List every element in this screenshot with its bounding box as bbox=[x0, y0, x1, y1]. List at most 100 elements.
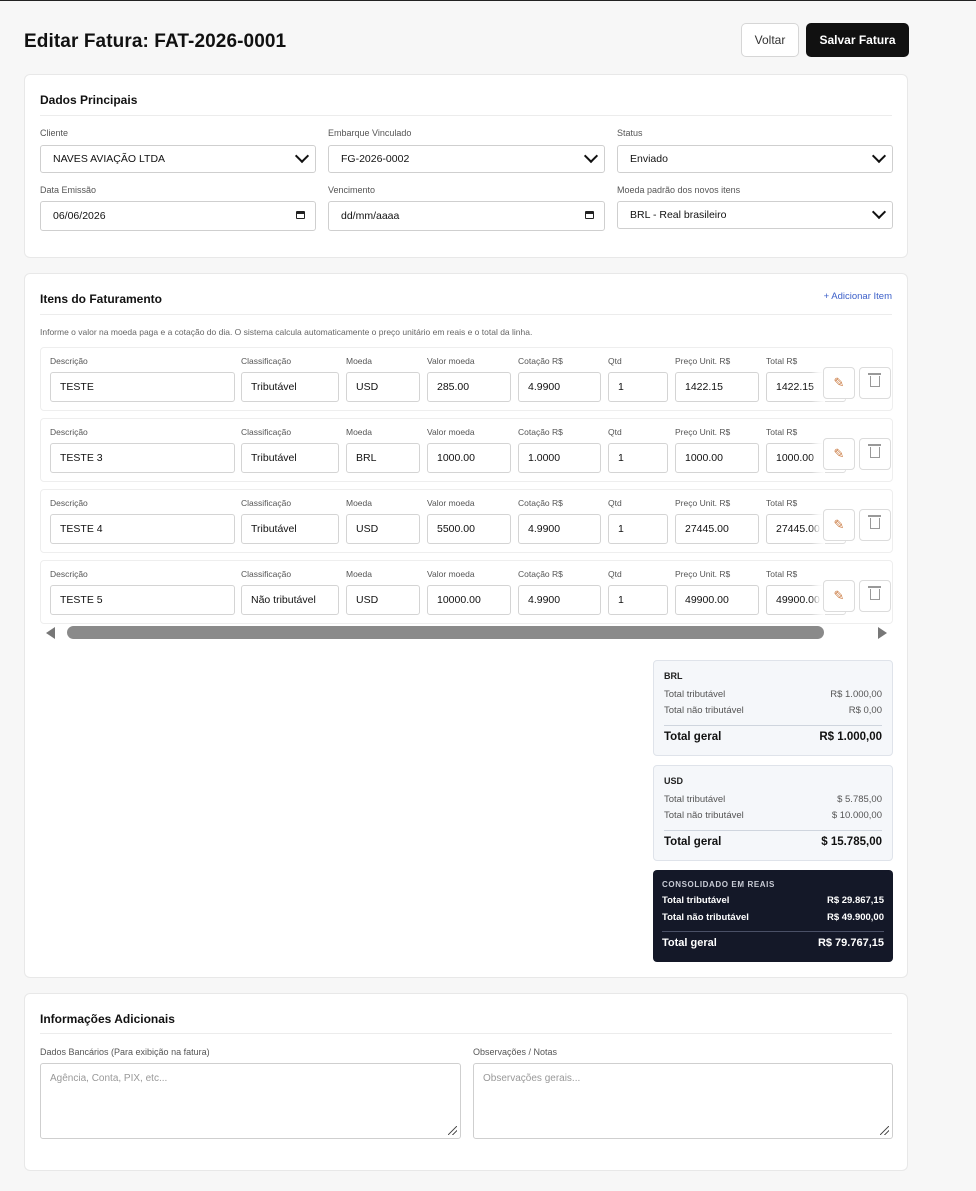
summary-brl: BRL Total tributável R$ 1.000,00 Total n… bbox=[653, 660, 893, 756]
summary-usd: USD Total tributável $ 5.785,00 Total nã… bbox=[653, 765, 893, 861]
nao-trib-label: Total não tributável bbox=[664, 705, 744, 716]
col-classificacao-label: Classificação bbox=[241, 356, 292, 366]
cotacao-input[interactable]: 4.9900 bbox=[518, 372, 601, 402]
cliente-value: NAVES AVIAÇÃO LTDA bbox=[53, 153, 166, 165]
vencimento-date-input[interactable]: dd/mm/aaaa bbox=[328, 201, 605, 231]
calendar-icon[interactable] bbox=[296, 211, 305, 219]
descricao-input[interactable]: TESTE bbox=[50, 372, 235, 402]
preco-input[interactable]: 27445.00 bbox=[675, 514, 759, 544]
valor-input[interactable]: 285.00 bbox=[427, 372, 511, 402]
moeda-input[interactable]: USD bbox=[346, 585, 420, 615]
col-preco-label: Preço Unit. R$ bbox=[675, 427, 731, 437]
edit-item-button[interactable]: ✎ bbox=[823, 509, 855, 541]
edit-item-button[interactable]: ✎ bbox=[823, 438, 855, 470]
col-cotacao-label: Cotação R$ bbox=[518, 498, 563, 508]
col-classificacao-label: Classificação bbox=[241, 498, 292, 508]
nao-trib-value: $ 10.000,00 bbox=[831, 810, 882, 821]
items-hint: Informe o valor na moeda paga e a cotaçã… bbox=[40, 327, 533, 337]
qtd-input[interactable]: 1 bbox=[608, 585, 668, 615]
edit-item-button[interactable]: ✎ bbox=[823, 580, 855, 612]
divider bbox=[40, 314, 892, 315]
col-descricao-label: Descrição bbox=[50, 356, 88, 366]
valor-input[interactable]: 1000.00 bbox=[427, 443, 511, 473]
col-total-label: Total R$ bbox=[766, 569, 798, 579]
chevron-down-icon bbox=[871, 204, 887, 220]
moeda-input[interactable]: USD bbox=[346, 514, 420, 544]
qtd-input[interactable]: 1 bbox=[608, 514, 668, 544]
consolidado-title: CONSOLIDADO EM REAIS bbox=[662, 880, 775, 889]
cotacao-input[interactable]: 1.0000 bbox=[518, 443, 601, 473]
main-info-card: Dados Principais Cliente NAVES AVIAÇÃO L… bbox=[24, 74, 908, 258]
summary-currency: USD bbox=[664, 776, 684, 786]
summary-line: Total não tributável $ 10.000,00 bbox=[664, 810, 882, 824]
delete-item-button[interactable] bbox=[859, 367, 891, 399]
qtd-input[interactable]: 1 bbox=[608, 372, 668, 402]
col-total-label: Total R$ bbox=[766, 498, 798, 508]
notes-textarea[interactable]: Observações gerais... bbox=[473, 1063, 893, 1139]
col-qtd-label: Qtd bbox=[608, 427, 622, 437]
cliente-select[interactable]: NAVES AVIAÇÃO LTDA bbox=[40, 145, 316, 173]
total-value: $ 15.785,00 bbox=[821, 836, 882, 848]
trash-icon bbox=[868, 586, 881, 601]
trib-label: Total tributável bbox=[664, 689, 726, 700]
divider bbox=[662, 931, 884, 932]
col-moeda-label: Moeda bbox=[346, 569, 372, 579]
preco-input[interactable]: 1422.15 bbox=[675, 372, 759, 402]
cotacao-input[interactable]: 4.9900 bbox=[518, 514, 601, 544]
qtd-input[interactable]: 1 bbox=[608, 443, 668, 473]
moeda-select[interactable]: BRL - Real brasileiro bbox=[617, 201, 893, 229]
edit-item-button[interactable]: ✎ bbox=[823, 367, 855, 399]
summary-line: Total tributável R$ 1.000,00 bbox=[664, 689, 882, 703]
summary-total: Total geral $ 15.785,00 bbox=[664, 836, 882, 848]
trash-icon bbox=[868, 373, 881, 388]
additional-info-card: Informações Adicionais Dados Bancários (… bbox=[24, 993, 908, 1171]
bank-textarea[interactable]: Agência, Conta, PIX, etc... bbox=[40, 1063, 461, 1139]
cotacao-input[interactable]: 4.9900 bbox=[518, 585, 601, 615]
descricao-input[interactable]: TESTE 3 bbox=[50, 443, 235, 473]
descricao-input[interactable]: TESTE 4 bbox=[50, 514, 235, 544]
add-item-link[interactable]: + Adicionar Item bbox=[824, 291, 892, 302]
classificacao-select[interactable]: Não tributável bbox=[241, 585, 339, 615]
emissao-label: Data Emissão bbox=[40, 185, 97, 195]
emissao-date-input[interactable]: 06/06/2026 bbox=[40, 201, 316, 231]
col-valor-label: Valor moeda bbox=[427, 356, 475, 366]
divider bbox=[664, 725, 882, 726]
trash-icon bbox=[868, 515, 881, 530]
moeda-input[interactable]: BRL bbox=[346, 443, 420, 473]
bank-placeholder: Agência, Conta, PIX, etc... bbox=[50, 1073, 168, 1084]
col-moeda-label: Moeda bbox=[346, 427, 372, 437]
resize-handle-icon[interactable] bbox=[448, 1126, 457, 1135]
preco-input[interactable]: 1000.00 bbox=[675, 443, 759, 473]
nao-trib-label: Total não tributável bbox=[662, 912, 749, 923]
summary-total: Total geral R$ 79.767,15 bbox=[662, 937, 884, 949]
valor-input[interactable]: 5500.00 bbox=[427, 514, 511, 544]
col-qtd-label: Qtd bbox=[608, 356, 622, 366]
resize-handle-icon[interactable] bbox=[880, 1126, 889, 1135]
cliente-label: Cliente bbox=[40, 128, 69, 138]
item-row: Descrição Classificação Moeda Valor moed… bbox=[40, 418, 893, 482]
save-invoice-button[interactable]: Salvar Fatura bbox=[806, 23, 909, 57]
moeda-input[interactable]: USD bbox=[346, 372, 420, 402]
delete-item-button[interactable] bbox=[859, 438, 891, 470]
classificacao-select[interactable]: Tributável bbox=[241, 372, 339, 402]
trib-label: Total tributável bbox=[662, 895, 730, 906]
preco-input[interactable]: 49900.00 bbox=[675, 585, 759, 615]
classificacao-select[interactable]: Tributável bbox=[241, 443, 339, 473]
descricao-input[interactable]: TESTE 5 bbox=[50, 585, 235, 615]
delete-item-button[interactable] bbox=[859, 509, 891, 541]
col-descricao-label: Descrição bbox=[50, 569, 88, 579]
scroll-right-icon[interactable] bbox=[878, 627, 887, 639]
embarque-select[interactable]: FG-2026-0002 bbox=[328, 145, 605, 173]
horizontal-scrollbar[interactable] bbox=[40, 624, 893, 640]
scrollbar-thumb[interactable] bbox=[67, 626, 824, 639]
delete-item-button[interactable] bbox=[859, 580, 891, 612]
calendar-icon[interactable] bbox=[585, 211, 594, 219]
col-preco-label: Preço Unit. R$ bbox=[675, 356, 731, 366]
valor-input[interactable]: 10000.00 bbox=[427, 585, 511, 615]
back-button[interactable]: Voltar bbox=[741, 23, 799, 57]
status-select[interactable]: Enviado bbox=[617, 145, 893, 173]
col-valor-label: Valor moeda bbox=[427, 569, 475, 579]
classificacao-select[interactable]: Tributável bbox=[241, 514, 339, 544]
status-label: Status bbox=[617, 128, 643, 138]
scroll-left-icon[interactable] bbox=[46, 627, 55, 639]
